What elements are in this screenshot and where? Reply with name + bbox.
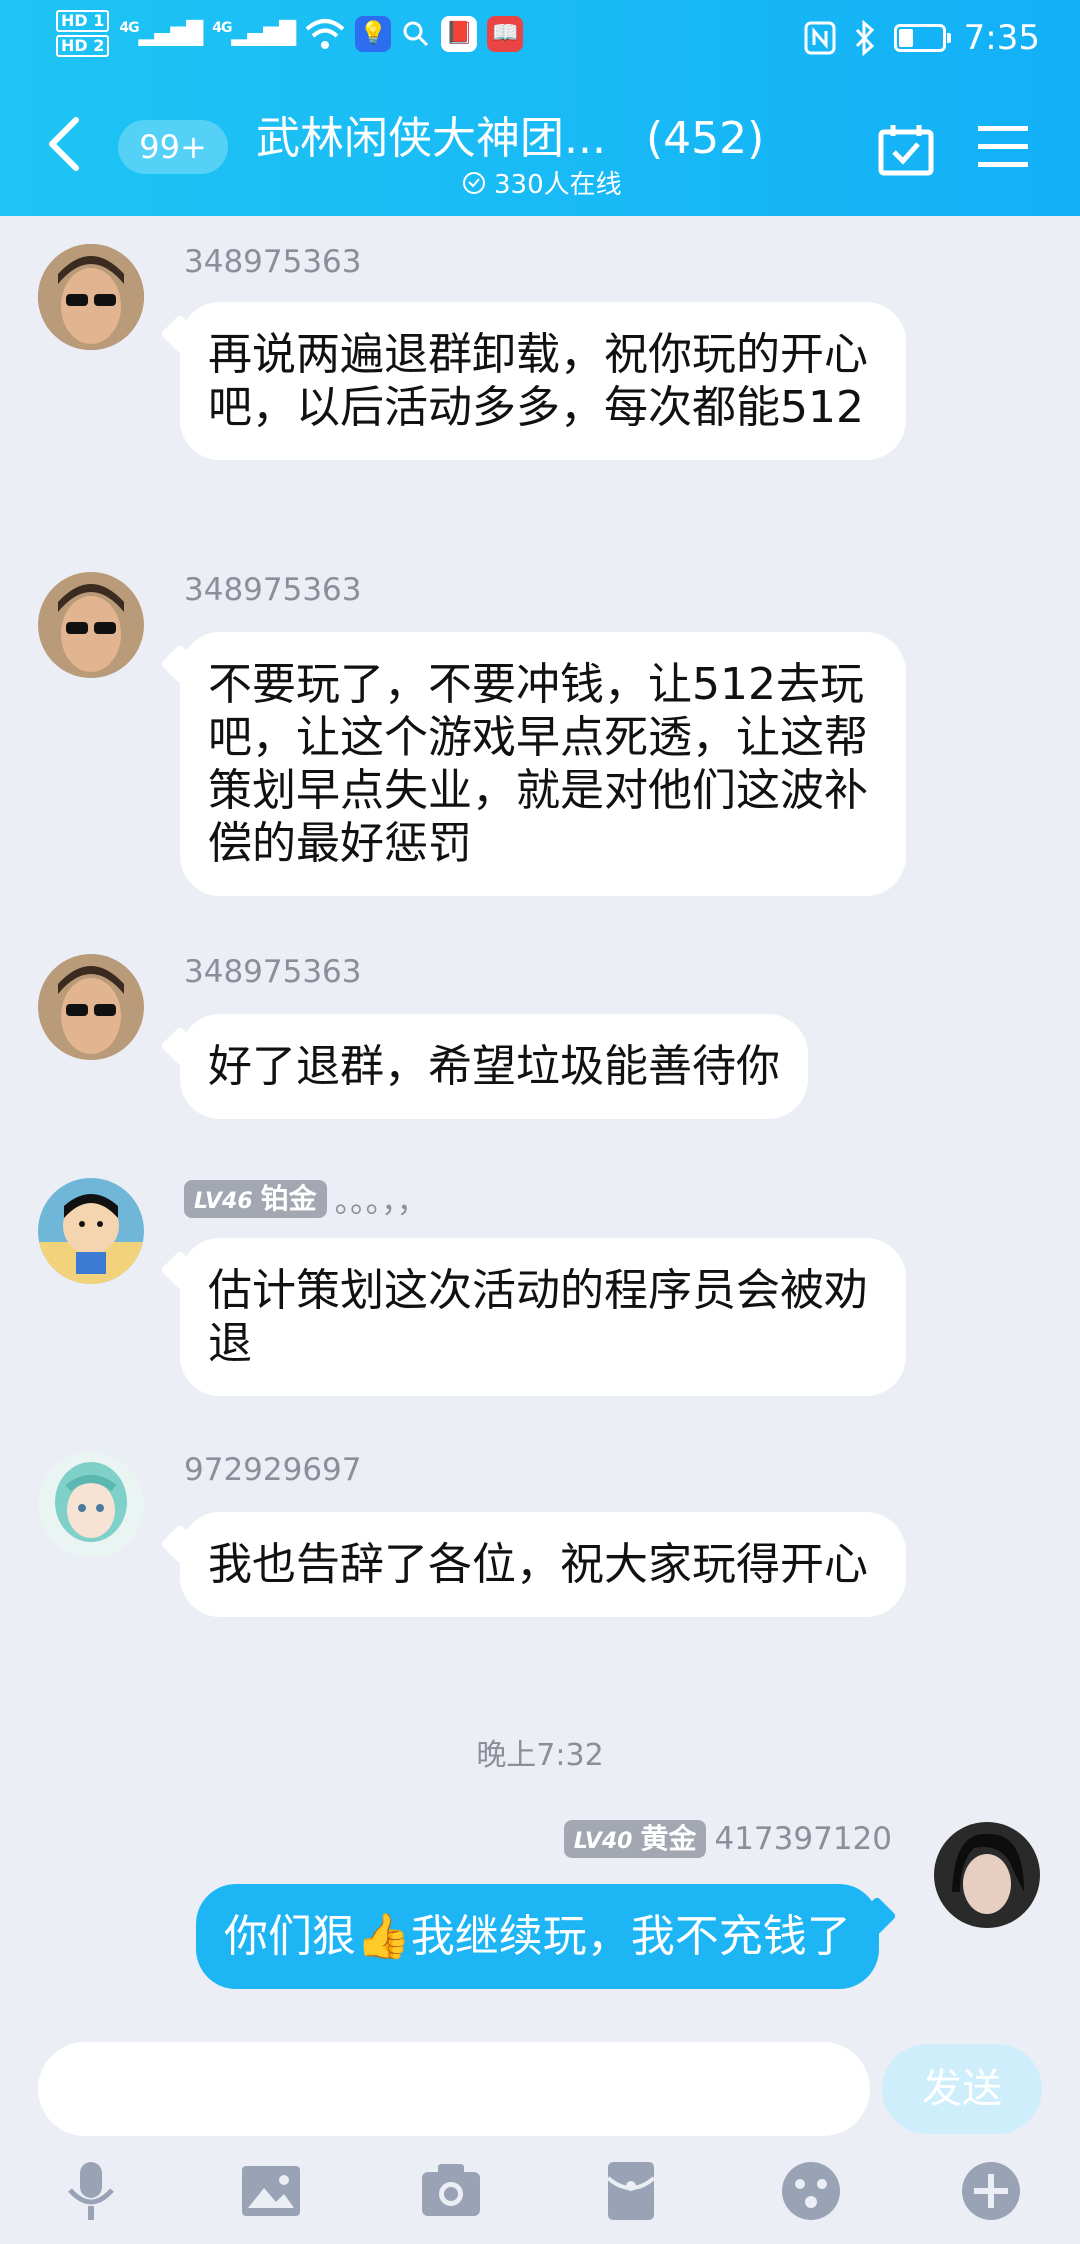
message-bubble[interactable]: 再说两遍退群卸载，祝你玩的开心吧，以后活动多多，每次都能512 (180, 302, 906, 460)
online-count: 330人在线 (494, 170, 622, 200)
message-input[interactable] (38, 2042, 870, 2136)
microphone-icon[interactable] (58, 2158, 124, 2224)
message-bubble[interactable]: 估计策划这次活动的程序员会被劝退 (180, 1238, 906, 1396)
book-app-icon: 📖 (487, 15, 524, 52)
timestamp: 晚上7:32 (476, 1738, 604, 1773)
nav-bar: 99+ 武林闲侠大神团... (452) 330人在线 (0, 86, 1080, 216)
signal1-icon: 4G▂▄▆█ (119, 20, 203, 47)
menu-icon[interactable] (978, 124, 1028, 170)
group-name: 武林闲侠大神团... (256, 113, 606, 164)
signal2-icon: 4G▂▄▆█ (212, 20, 296, 47)
hd1-indicator: HD 1 (56, 10, 110, 32)
sender-name: 348975363 (184, 244, 362, 280)
sender-name: 。。。，， (334, 1184, 428, 1220)
image-icon[interactable] (238, 2158, 304, 2224)
avatar[interactable] (38, 1452, 144, 1558)
wifi-icon (305, 18, 345, 49)
red-packet-icon[interactable] (598, 2158, 664, 2224)
avatar[interactable] (38, 954, 144, 1060)
message-bubble[interactable]: 我也告辞了各位，祝大家玩得开心 (180, 1512, 906, 1617)
send-button[interactable]: 发送 (882, 2044, 1042, 2134)
sender-name: 417397120 (714, 1821, 892, 1857)
avatar[interactable] (38, 1178, 144, 1284)
message-bubble[interactable]: 不要玩了，不要冲钱，让512去玩吧，让这个游戏早点死透，让这帮策划早点失业，就是… (180, 632, 906, 896)
sender-info: LV46 铂金 。。。，， (184, 1176, 428, 1221)
group-title[interactable]: 武林闲侠大神团... (452) (256, 102, 764, 166)
avatar[interactable] (38, 572, 144, 678)
reader-app-icon: 📕 (441, 15, 478, 52)
calendar-check-icon[interactable] (878, 122, 934, 176)
emoji-icon[interactable] (778, 2158, 844, 2224)
input-toolbar (0, 2150, 1080, 2244)
clock: 7:35 (963, 18, 1040, 58)
message-bubble[interactable]: 好了退群，希望垃圾能善待你 (180, 1014, 808, 1119)
my-avatar[interactable] (934, 1822, 1040, 1928)
bluetooth-icon (855, 20, 874, 56)
my-message-bubble[interactable]: 你们狠👍我继续玩，我不充钱了 (196, 1884, 879, 1989)
nfc-icon (804, 21, 836, 55)
search-icon (403, 21, 429, 46)
battery-icon (893, 24, 951, 52)
hd2-indicator: HD 2 (56, 35, 110, 57)
back-icon[interactable] (40, 112, 88, 176)
level-tag: LV46 铂金 (184, 1179, 327, 1218)
status-bar: HD 1 HD 2 4G▂▄▆█ 4G▂▄▆█ 💡 📕 📖 7:35 (0, 0, 1080, 80)
check-circle-icon (463, 171, 485, 194)
sender-name: 348975363 (184, 954, 362, 990)
unread-badge[interactable]: 99+ (118, 120, 228, 174)
bulb-app-icon: 💡 (355, 15, 392, 52)
sender-info: LV40 黄金 417397120 (563, 1820, 892, 1858)
sender-name: 972929697 (184, 1452, 362, 1488)
level-tag: LV40 黄金 (563, 1820, 707, 1858)
member-count: (452) (645, 113, 765, 164)
avatar[interactable] (38, 244, 144, 350)
online-status: 330人在线 (462, 164, 622, 201)
plus-icon[interactable] (958, 2158, 1024, 2224)
sender-name: 348975363 (184, 572, 362, 608)
camera-icon[interactable] (418, 2158, 484, 2224)
chat-header: HD 1 HD 2 4G▂▄▆█ 4G▂▄▆█ 💡 📕 📖 7:35 99+ 武… (0, 0, 1080, 216)
